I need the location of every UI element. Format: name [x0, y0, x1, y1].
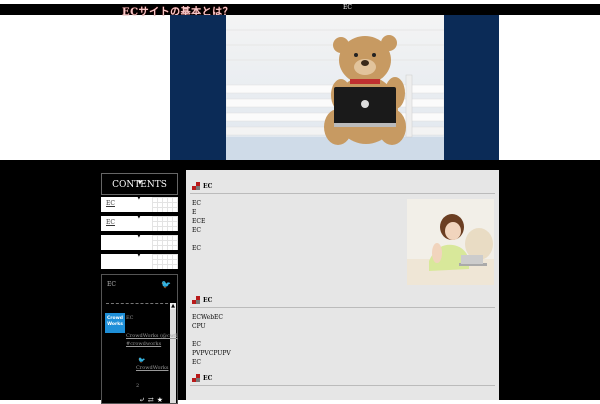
twitter-widget-title: EC: [107, 281, 116, 288]
tweet-actions[interactable]: ⤶⇄★: [139, 396, 166, 404]
hashtag-link[interactable]: #crowdworks: [126, 341, 161, 347]
sidebar-item-1[interactable]: ▼ EC: [101, 197, 178, 213]
sidebar-item-4[interactable]: ▼: [101, 254, 178, 270]
sidebar-item-3[interactable]: ▼: [101, 235, 178, 251]
divider: [190, 193, 495, 194]
section-title: EC: [192, 296, 212, 304]
twitter-bird-icon: 🐦: [138, 357, 146, 364]
sidebar: CONTENTS ▼ ▼ EC ▼ EC ▼ ▼ EC 🐦 ▲ Crowd Wo…: [101, 173, 178, 404]
contents-heading: CONTENTS ▼: [101, 173, 178, 195]
tweet-link[interactable]: CrowdWorks: [136, 365, 169, 371]
decorative-grid: [152, 216, 178, 231]
top-bar: [0, 4, 600, 15]
scroll-up-arrow-icon[interactable]: ▲: [170, 303, 176, 309]
red-square-icon: [192, 374, 200, 382]
red-square-icon: [192, 296, 200, 304]
decorative-grid: [152, 235, 178, 250]
down-triangle-icon: ▼: [137, 254, 141, 258]
scrollbar[interactable]: ▲: [170, 303, 176, 403]
section-text: ECWebEC CPU EC PVPVCPUPV EC: [192, 314, 231, 366]
divider: [106, 303, 173, 304]
sidebar-item-2[interactable]: ▼ EC: [101, 216, 178, 232]
down-triangle-icon: ▼: [137, 216, 141, 220]
site-subtitle: EC: [343, 4, 352, 11]
decorative-grid: [152, 197, 178, 212]
main-content: EC EC E ECE EC EC EC ECWebEC CPU EC PVPV…: [186, 170, 499, 400]
sidebar-item-label[interactable]: EC: [106, 219, 115, 226]
down-triangle-icon: ▼: [137, 235, 141, 239]
teddy-bear-image: [226, 15, 444, 160]
decorative-grid: [152, 254, 178, 269]
tweet-author-link[interactable]: CrowdWorks (@cwfl: [126, 333, 177, 339]
down-triangle-icon: ▼: [138, 180, 142, 186]
tweet-line: EC: [126, 315, 134, 321]
hero-banner: [170, 15, 499, 160]
crowdworks-logo[interactable]: Crowd Works: [105, 313, 125, 333]
twitter-widget: EC 🐦 ▲ Crowd Works EC CrowdWorks (@cwfl …: [101, 274, 178, 404]
woman-laptop-image: [407, 199, 494, 285]
red-square-icon: [192, 182, 200, 190]
divider: [190, 307, 495, 308]
sidebar-item-label[interactable]: EC: [106, 200, 115, 207]
down-triangle-icon: ▼: [137, 197, 141, 201]
section-text: EC E ECE EC EC: [192, 200, 206, 252]
twitter-bird-icon[interactable]: 🐦: [161, 280, 171, 289]
section-title: EC: [192, 374, 212, 382]
divider: [190, 385, 495, 386]
tweet-count: 2: [136, 383, 140, 389]
section-title: EC: [192, 182, 212, 190]
